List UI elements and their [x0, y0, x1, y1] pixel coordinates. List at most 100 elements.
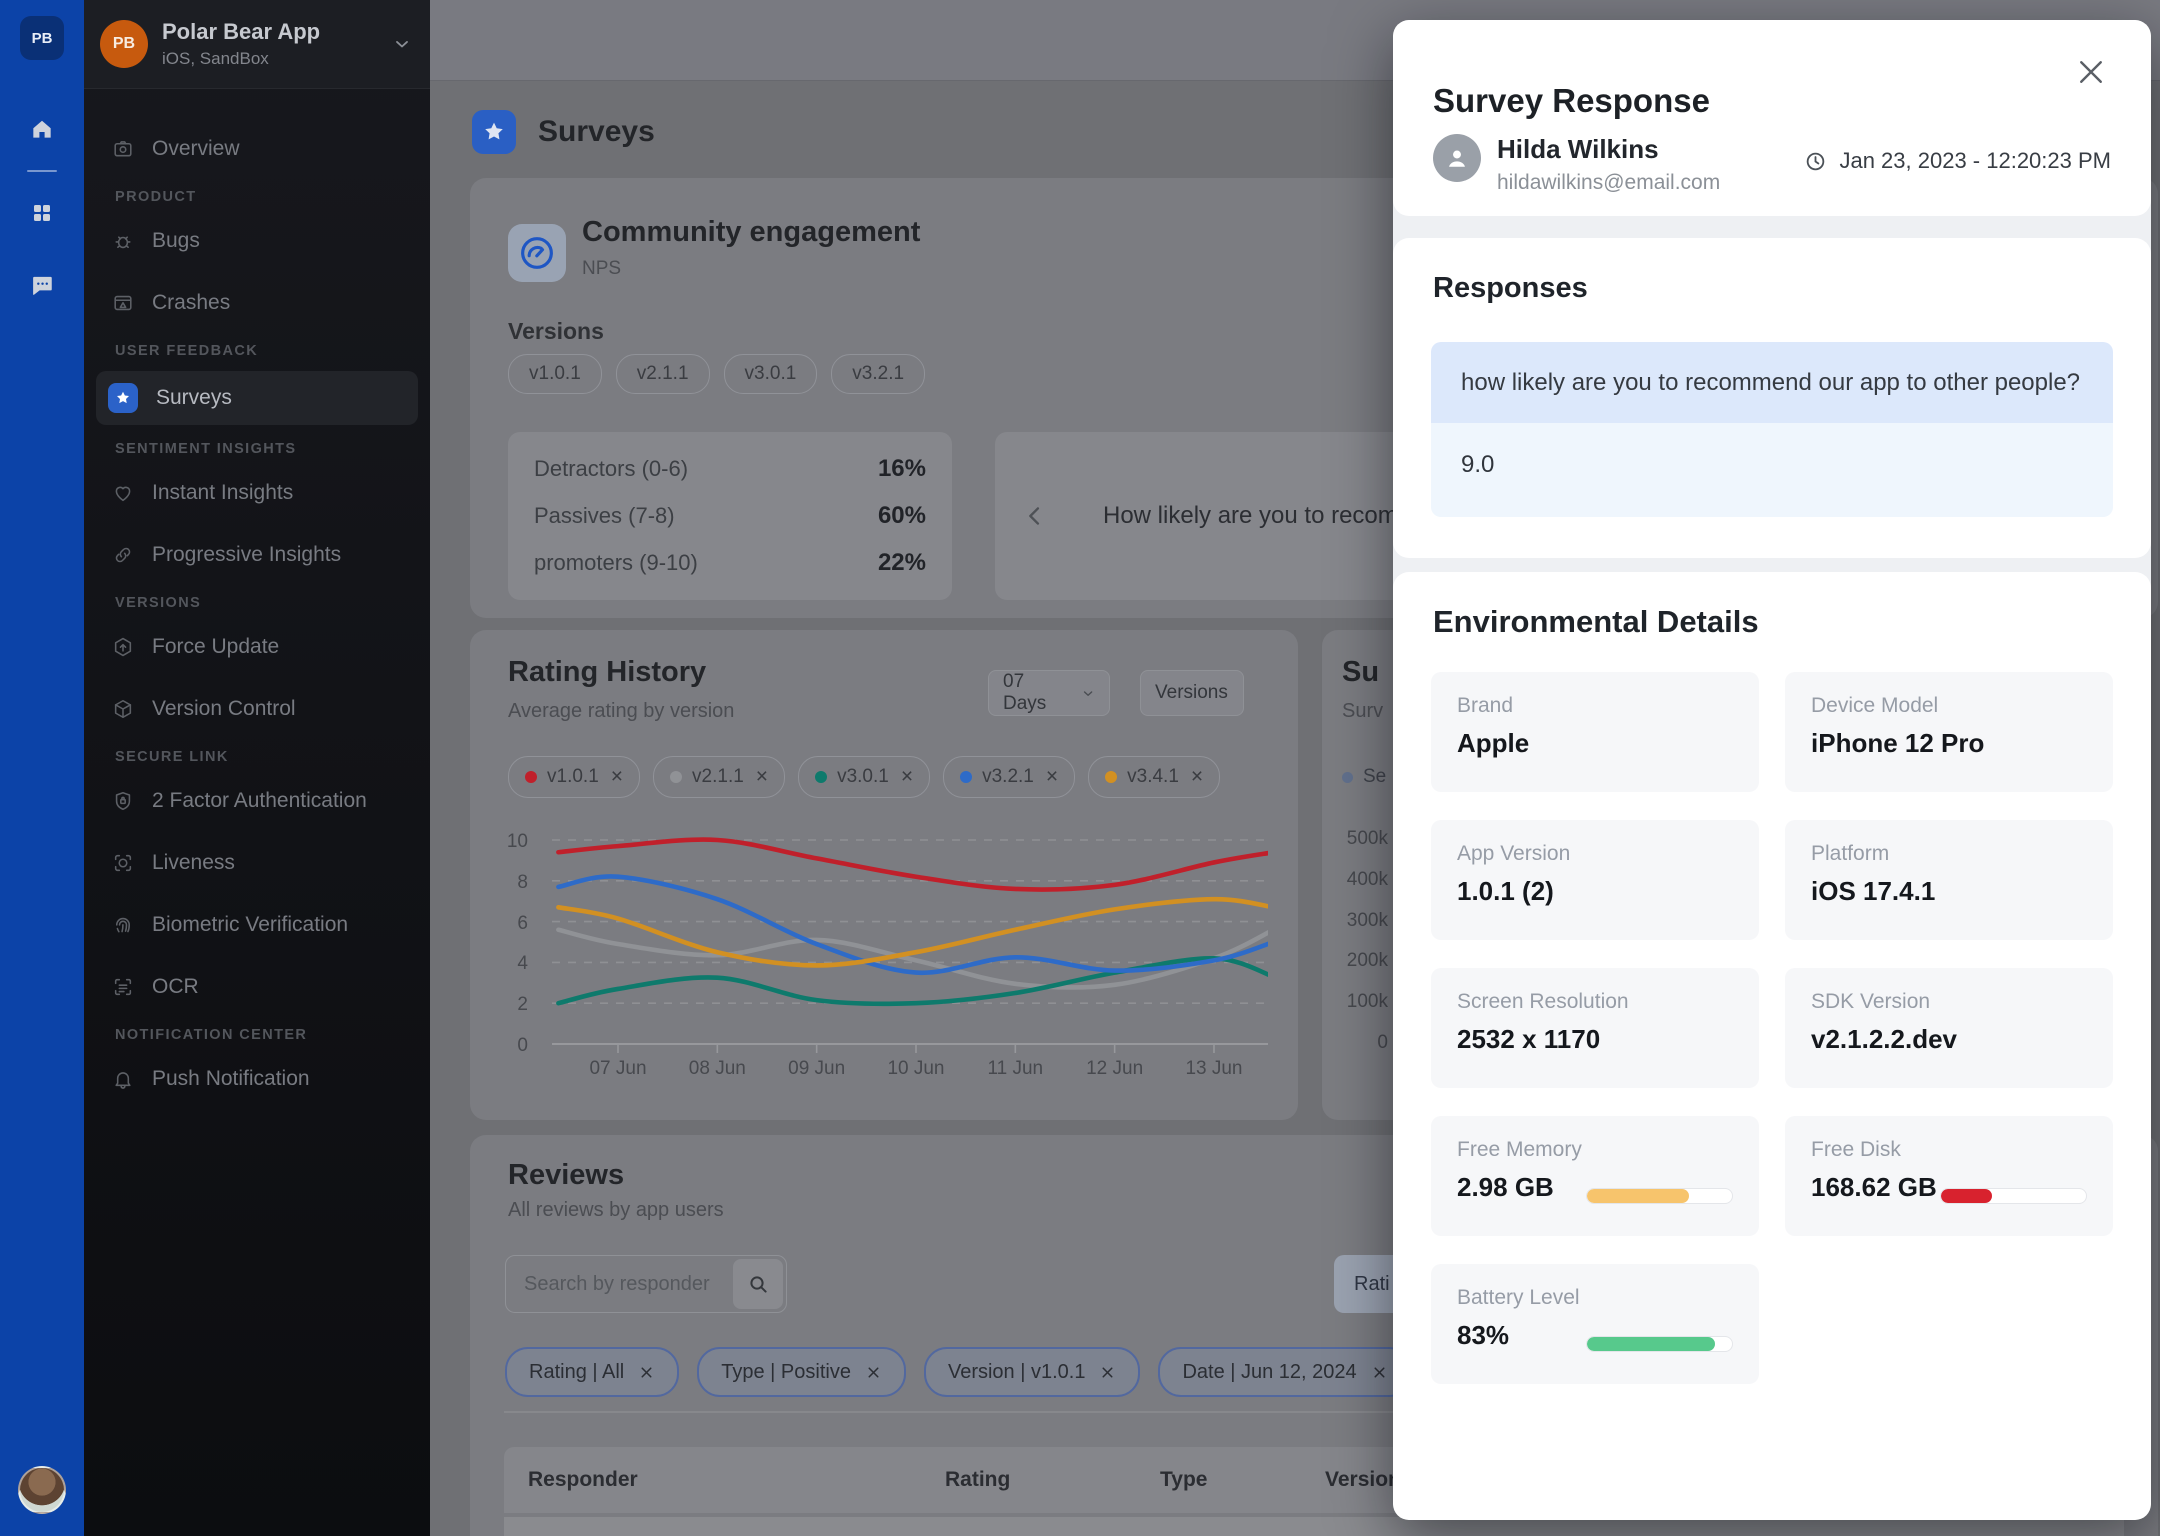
versions-dropdown[interactable]: Versions — [1140, 670, 1244, 716]
legend-dot — [1342, 772, 1353, 783]
sidebar-section-label: NOTIFICATION CENTER — [115, 1027, 430, 1043]
survey-title: Community engagement — [582, 216, 920, 249]
dashboard-grid-icon[interactable] — [27, 198, 57, 228]
search-button[interactable] — [733, 1259, 783, 1309]
chat-icon[interactable] — [27, 270, 57, 300]
summary-y-tick-label: 500k — [1322, 828, 1388, 848]
sidebar-item-biometric-verification[interactable]: Biometric Verification — [96, 901, 418, 949]
sidebar-item-label: 2 Factor Authentication — [152, 789, 367, 813]
rating-history-subtitle: Average rating by version — [508, 700, 734, 723]
legend-chip-v3.2.1[interactable]: v3.2.1× — [943, 756, 1075, 798]
nps-value: 60% — [878, 502, 926, 530]
range-dropdown[interactable]: 07 Days — [988, 670, 1110, 716]
summary-y-tick-label: 200k — [1322, 950, 1388, 970]
remove-icon[interactable] — [638, 1364, 655, 1381]
progress-bar — [1940, 1188, 2087, 1204]
env-value: 168.62 GB — [1811, 1172, 1940, 1203]
remove-icon[interactable] — [865, 1364, 882, 1381]
filter-chip[interactable]: Version | v1.0.1 — [924, 1347, 1141, 1397]
search-icon — [746, 1272, 770, 1296]
env-tile-battery-level: Battery Level83% — [1431, 1264, 1759, 1384]
legend-chip-v2.1.1[interactable]: v2.1.1× — [653, 756, 785, 798]
remove-icon[interactable] — [1099, 1364, 1116, 1381]
chevron-left-icon[interactable] — [1021, 502, 1049, 530]
version-tag: v3.2.1 — [831, 354, 925, 394]
nps-breakdown-row: Detractors (0-6)16% — [534, 455, 926, 483]
workspace-logo[interactable]: PB — [20, 16, 64, 60]
remove-icon[interactable]: × — [611, 765, 623, 789]
sidebar-item-2-factor-authentication[interactable]: 2 Factor Authentication — [96, 777, 418, 825]
x-tick-label: 10 Jun — [871, 1058, 961, 1080]
search-input[interactable] — [506, 1272, 733, 1297]
close-icon[interactable] — [2071, 52, 2111, 92]
nps-label: Detractors (0-6) — [534, 456, 688, 482]
sidebar-item-label: OCR — [152, 975, 199, 999]
sidebar-item-crashes[interactable]: Crashes — [96, 279, 418, 327]
app-avatar: PB — [100, 20, 148, 68]
summary-subtitle: Surv — [1342, 700, 1383, 723]
sidebar-item-instant-insights[interactable]: Instant Insights — [96, 469, 418, 517]
legend-chip-v3.4.1[interactable]: v3.4.1× — [1088, 756, 1220, 798]
surveys-page-icon — [472, 110, 516, 154]
summary-legend: Se — [1342, 766, 1386, 788]
sidebar-item-progressive-insights[interactable]: Progressive Insights — [96, 531, 418, 579]
sidebar-item-bugs[interactable]: Bugs — [96, 217, 418, 265]
modal-header-card: Survey Response Hilda Wilkins hildawilki… — [1393, 20, 2151, 216]
sidebar-item-version-control[interactable]: Version Control — [96, 685, 418, 733]
chart-legend: v1.0.1×v2.1.1×v3.0.1×v3.2.1×v3.4.1× — [508, 756, 1220, 798]
filter-label: Version | v1.0.1 — [948, 1361, 1086, 1384]
reviews-title: Reviews — [508, 1159, 624, 1192]
survey-response-modal: Survey Response Hilda Wilkins hildawilki… — [1393, 20, 2151, 1520]
app-switcher[interactable]: PB Polar Bear App iOS, SandBox — [84, 0, 430, 89]
sidebar-item-push-notification[interactable]: Push Notification — [96, 1055, 418, 1103]
remove-icon[interactable] — [1371, 1364, 1388, 1381]
remove-icon[interactable]: × — [1191, 765, 1203, 789]
sidebar-item-force-update[interactable]: Force Update — [96, 623, 418, 671]
sidebar-section-label: SENTIMENT INSIGHTS — [115, 441, 430, 457]
sidebar-item-liveness[interactable]: Liveness — [96, 839, 418, 887]
remove-icon[interactable]: × — [901, 765, 913, 789]
reviews-subtitle: All reviews by app users — [508, 1199, 724, 1222]
filter-label: Rating | All — [529, 1361, 624, 1384]
environmental-details-card: Environmental Details BrandAppleDevice M… — [1393, 572, 2151, 1520]
env-value: v2.1.2.2.dev — [1811, 1024, 2087, 1055]
responses-card: Responses how likely are you to recommen… — [1393, 238, 2151, 558]
responder-name: Hilda Wilkins — [1497, 134, 1720, 165]
sidebar-item-overview[interactable]: Overview — [96, 125, 418, 173]
sidebar-nav: OverviewPRODUCTBugsCrashesUSER FEEDBACKS… — [84, 89, 430, 1103]
y-tick-label: 4 — [470, 953, 528, 975]
rating-history-title: Rating History — [508, 656, 706, 689]
env-value: 83% — [1457, 1320, 1586, 1351]
filter-chip[interactable]: Date | Jun 12, 2024 — [1158, 1347, 1411, 1397]
env-value: 1.0.1 (2) — [1457, 876, 1733, 907]
survey-type: NPS — [582, 258, 621, 280]
legend-chip-v3.0.1[interactable]: v3.0.1 × — [798, 756, 930, 798]
legend-dot — [960, 771, 972, 783]
home-icon[interactable] — [27, 114, 57, 144]
sidebar-item-ocr[interactable]: OCR — [96, 963, 418, 1011]
user-avatar[interactable] — [18, 1466, 66, 1514]
version-tags: v1.0.1v2.1.1v3.0.1v3.2.1 — [508, 354, 925, 394]
x-tick-label: 08 Jun — [672, 1058, 762, 1080]
nps-label: Passives (7-8) — [534, 503, 675, 529]
sidebar-section-label: SECURE LINK — [115, 749, 430, 765]
filter-chip[interactable]: Rating | All — [505, 1347, 679, 1397]
sidebar-item-label: Force Update — [152, 635, 279, 659]
filter-label: Date | Jun 12, 2024 — [1182, 1361, 1356, 1384]
legend-label: v3.0.1 — [837, 766, 889, 788]
versions-label: Versions — [508, 318, 604, 345]
sidebar-item-surveys[interactable]: Surveys — [96, 371, 418, 425]
progress-bar — [1586, 1336, 1733, 1352]
remove-icon[interactable]: × — [1046, 765, 1058, 789]
active-filters: Rating | All Type | Positive Version | v1.… — [505, 1347, 1412, 1397]
arrow-up-hex-icon — [112, 636, 134, 658]
legend-dot — [815, 771, 827, 783]
column-header-responder: Responder — [528, 1468, 945, 1492]
env-tile-free-disk: Free Disk168.62 GB — [1785, 1116, 2113, 1236]
legend-chip-v1.0.1[interactable]: v1.0.1× — [508, 756, 640, 798]
filter-chip[interactable]: Type | Positive — [697, 1347, 906, 1397]
remove-icon[interactable]: × — [756, 765, 768, 789]
sidebar-item-label: Overview — [152, 137, 240, 161]
env-tile-app-version: App Version1.0.1 (2) — [1431, 820, 1759, 940]
response-timestamp: Jan 23, 2023 - 12:20:23 PM — [1804, 148, 2111, 174]
